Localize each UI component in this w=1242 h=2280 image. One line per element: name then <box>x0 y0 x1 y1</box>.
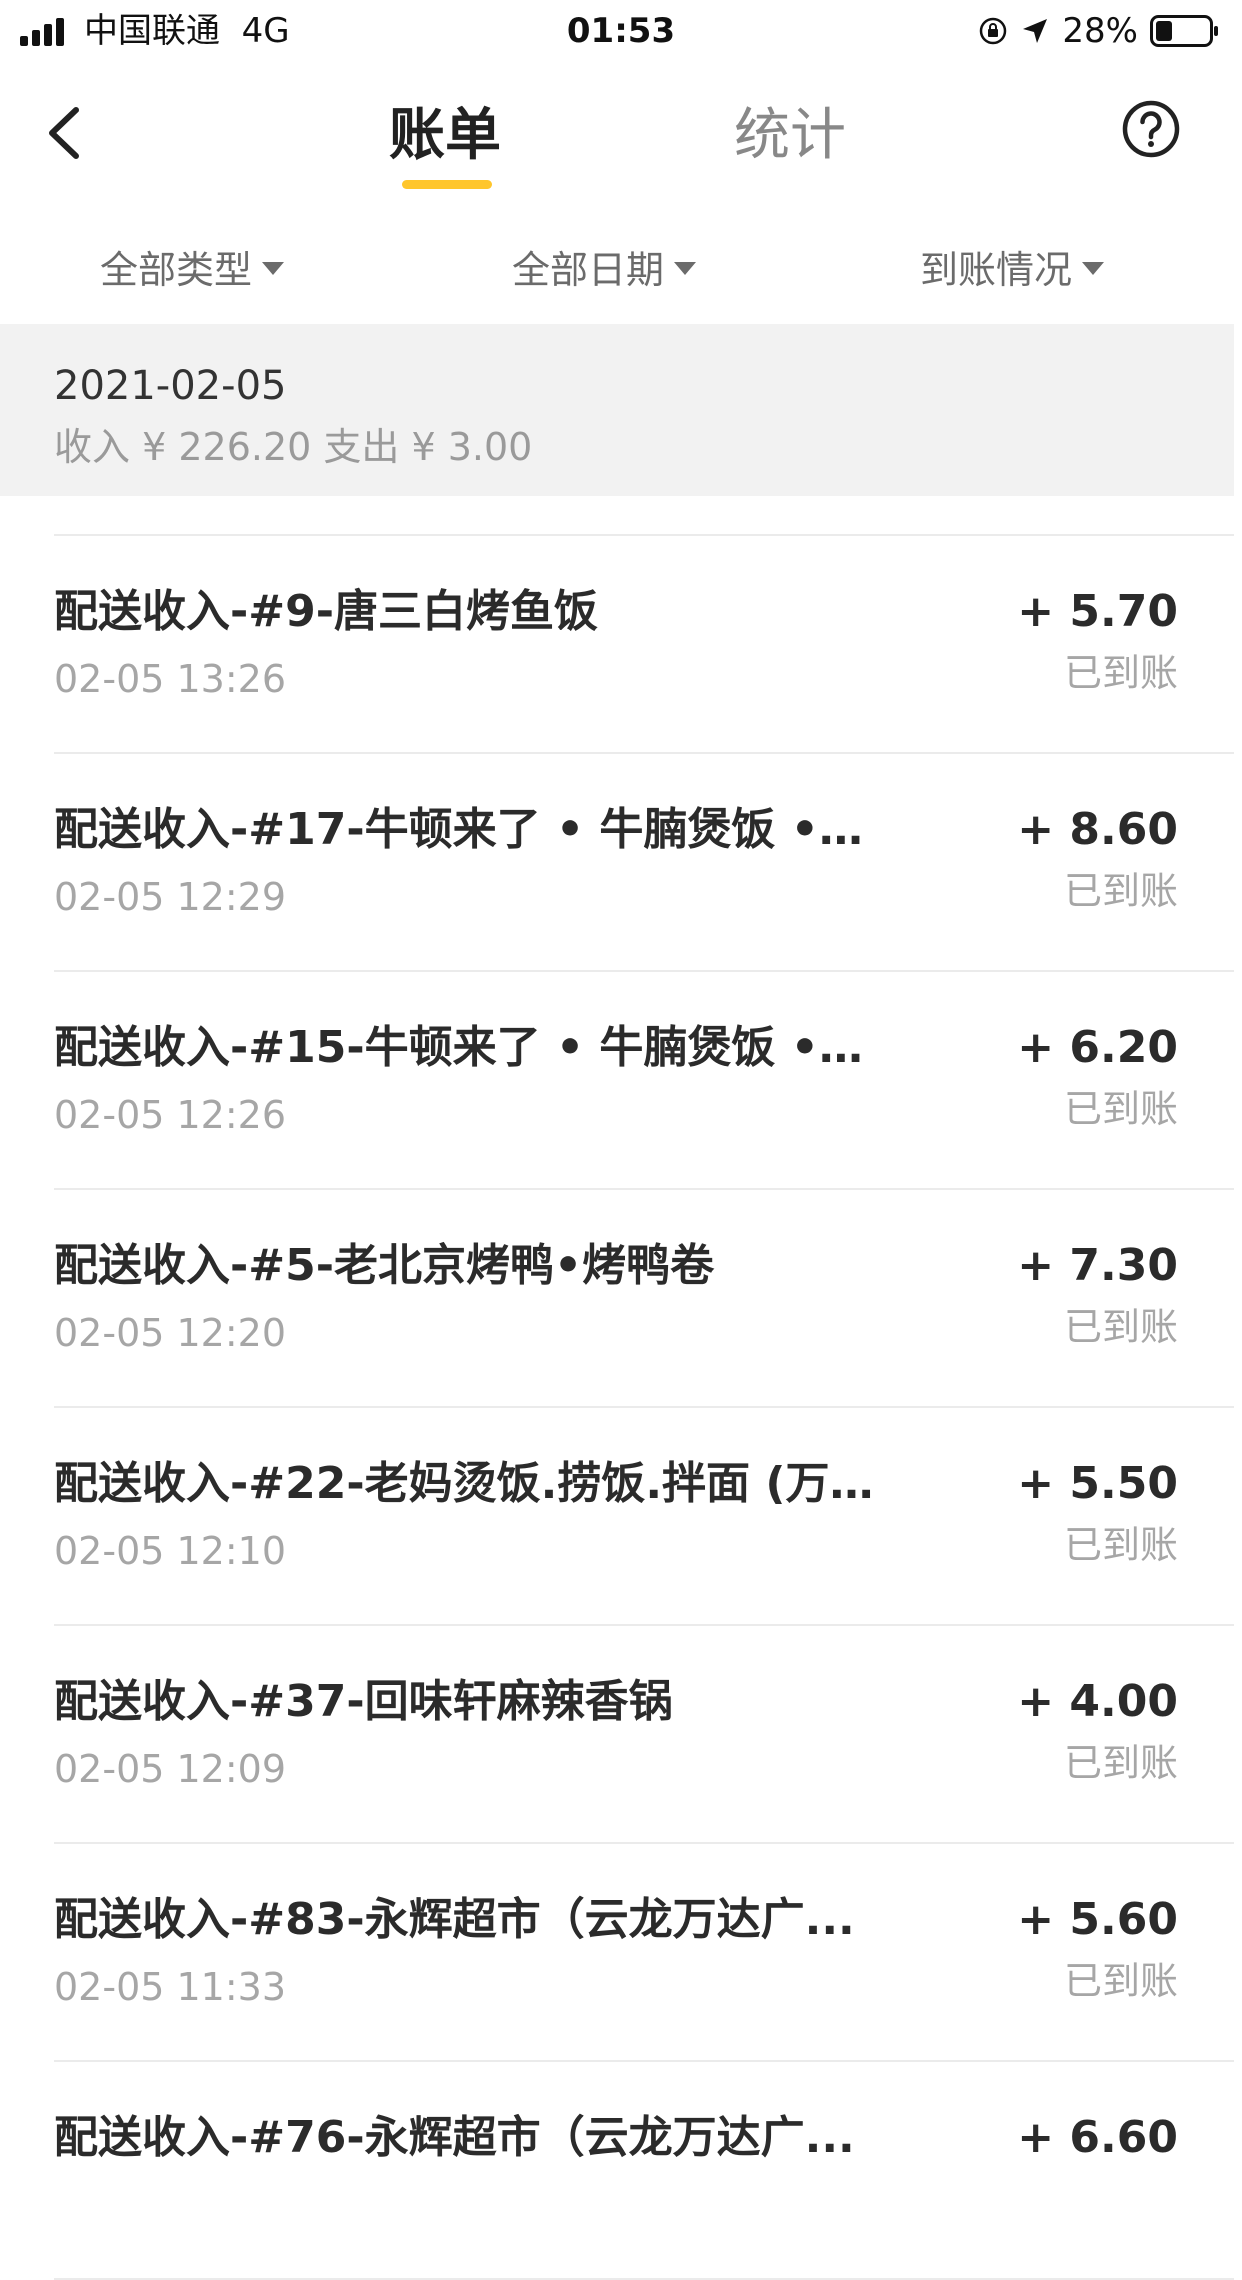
location-arrow-icon <box>1023 19 1048 43</box>
transaction-row[interactable]: 配送收入-#17-牛顿来了 • 牛腩煲饭 • ... 02-05 12:29 +… <box>0 754 1242 972</box>
tab-bill[interactable]: 账单 <box>385 96 505 176</box>
transaction-amount: + 6.60 <box>1017 2112 1178 2163</box>
transaction-row[interactable]: 配送收入-#37-回味轩麻辣香锅 02-05 12:09 + 4.00 已到账 <box>0 1626 1242 1844</box>
transaction-time: 02-05 12:10 <box>54 1529 287 1573</box>
transaction-amount: + 8.60 <box>1017 804 1178 855</box>
filter-type-dropdown[interactable]: 全部类型 <box>100 236 285 296</box>
transaction-row[interactable]: 配送收入-#9-唐三白烤鱼饭 02-05 13:26 + 5.70 已到账 <box>0 536 1242 754</box>
transaction-title: 配送收入-#83-永辉超市（云龙万达广... <box>54 1894 855 1945</box>
transaction-list: 配送收入-#9-唐三白烤鱼饭 02-05 13:26 + 5.70 已到账 配送… <box>0 536 1242 2280</box>
transaction-status: 已到账 <box>1063 1741 1178 1785</box>
active-tab-indicator <box>402 180 492 189</box>
filter-date-label: 全部日期 <box>512 247 665 292</box>
battery-icon <box>1150 15 1218 47</box>
transaction-status: 已到账 <box>1063 651 1178 695</box>
transaction-row[interactable]: 配送收入-#5-老北京烤鸭•烤鸭卷 02-05 12:20 + 7.30 已到账 <box>0 1190 1242 1408</box>
transaction-time: 02-05 11:33 <box>54 1965 287 2009</box>
transaction-time: 02-05 12:29 <box>54 875 287 919</box>
caret-down-icon <box>262 261 285 275</box>
transaction-row[interactable]: 配送收入-#83-永辉超市（云龙万达广... 02-05 11:33 + 5.6… <box>0 1844 1242 2062</box>
back-arrow-icon[interactable] <box>40 98 90 168</box>
transaction-amount: + 5.50 <box>1017 1458 1178 1509</box>
status-bar: 中国联通 4G 01:53 28% <box>0 0 1242 62</box>
transaction-row[interactable]: 配送收入-#76-永辉超市（云龙万达广... + 6.60 <box>0 2062 1242 2280</box>
status-right: 28% <box>978 8 1220 54</box>
caret-down-icon <box>674 261 697 275</box>
transaction-title: 配送收入-#22-老妈烫饭.捞饭.拌面 (万... <box>54 1458 874 1509</box>
filter-bar: 全部类型 全部日期 到账情况 <box>0 212 1242 324</box>
transaction-status: 已到账 <box>1063 1959 1178 2003</box>
transaction-time: 02-05 12:26 <box>54 1093 287 1137</box>
tab-stats[interactable]: 统计 <box>725 96 855 176</box>
transaction-status: 已到账 <box>1063 869 1178 913</box>
date-section-header: 2021-02-05 收入 ¥ 226.20 支出 ¥ 3.00 <box>0 324 1234 496</box>
filter-status-label: 到账情况 <box>920 247 1073 292</box>
filter-date-dropdown[interactable]: 全部日期 <box>512 236 697 296</box>
transaction-time: 02-05 13:26 <box>54 657 287 701</box>
transaction-row[interactable]: 配送收入-#15-牛顿来了 • 牛腩煲饭 • ... 02-05 12:26 +… <box>0 972 1242 1190</box>
filter-type-label: 全部类型 <box>100 247 253 292</box>
transaction-title: 配送收入-#17-牛顿来了 • 牛腩煲饭 • ... <box>54 804 874 855</box>
nav-bar: 账单 统计 <box>0 62 1242 212</box>
battery-percent: 28% <box>1062 11 1138 51</box>
transaction-title: 配送收入-#76-永辉超市（云龙万达广... <box>54 2112 855 2163</box>
transaction-amount: + 6.20 <box>1017 1022 1178 1073</box>
transaction-amount: + 7.30 <box>1017 1240 1178 1291</box>
filter-status-dropdown[interactable]: 到账情况 <box>920 236 1105 296</box>
transaction-status: 已到账 <box>1063 1305 1178 1349</box>
transaction-time: 02-05 12:09 <box>54 1747 287 1791</box>
transaction-title: 配送收入-#9-唐三白烤鱼饭 <box>54 586 599 637</box>
help-icon[interactable] <box>1120 98 1182 160</box>
transaction-title: 配送收入-#5-老北京烤鸭•烤鸭卷 <box>54 1240 715 1291</box>
transaction-title: 配送收入-#37-回味轩麻辣香锅 <box>54 1676 673 1727</box>
transaction-amount: + 5.70 <box>1017 586 1178 637</box>
section-summary: 收入 ¥ 226.20 支出 ¥ 3.00 <box>54 425 533 469</box>
transaction-amount: + 5.60 <box>1017 1894 1178 1945</box>
transaction-time: 02-05 12:20 <box>54 1311 287 1355</box>
transaction-row[interactable]: 配送收入-#22-老妈烫饭.捞饭.拌面 (万... 02-05 12:10 + … <box>0 1408 1242 1626</box>
caret-down-icon <box>1082 261 1105 275</box>
transaction-status: 已到账 <box>1063 1087 1178 1131</box>
transaction-amount: + 4.00 <box>1017 1676 1178 1727</box>
transaction-status: 已到账 <box>1063 1523 1178 1567</box>
transaction-title: 配送收入-#15-牛顿来了 • 牛腩煲饭 • ... <box>54 1022 874 1073</box>
section-date: 2021-02-05 <box>54 363 287 409</box>
orientation-lock-icon <box>980 17 1007 45</box>
